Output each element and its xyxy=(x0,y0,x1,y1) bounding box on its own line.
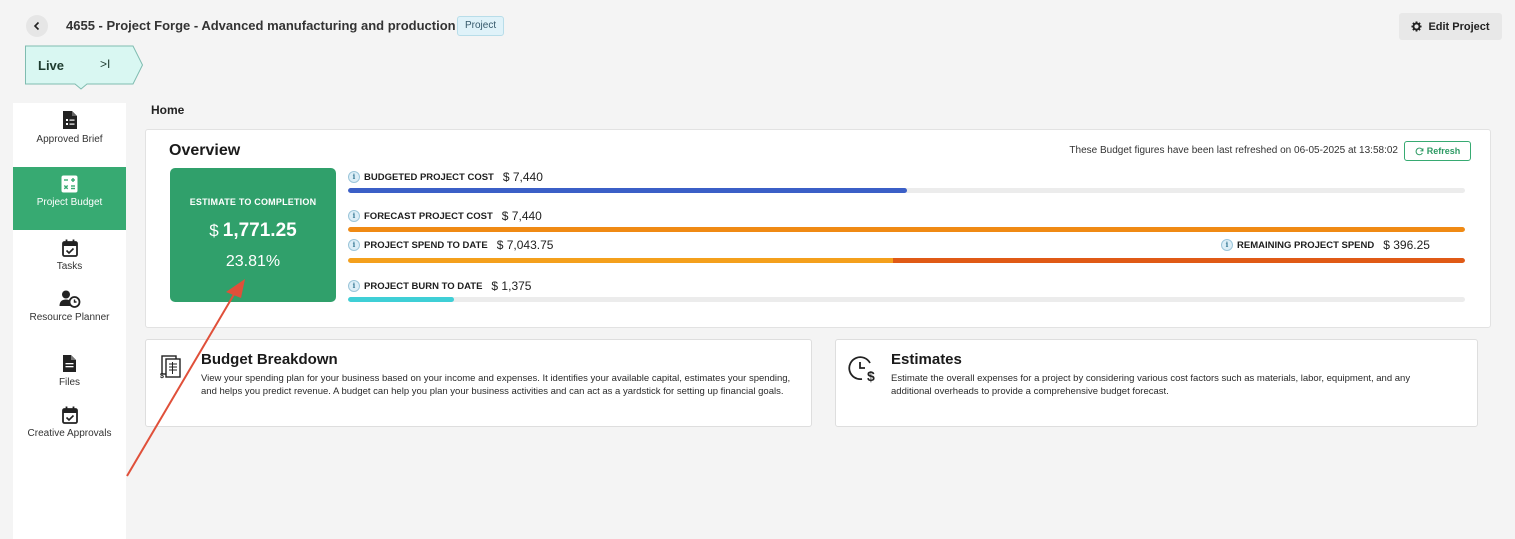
file-icon xyxy=(63,355,76,372)
status-badge[interactable]: Live >I xyxy=(25,44,143,90)
metric-value: $ 7,440 xyxy=(502,170,543,184)
metric-label: BUDGETED PROJECT COST xyxy=(364,171,494,183)
estimate-amount: $1,771.25 xyxy=(170,220,336,242)
collapse-arrow-icon[interactable]: >I xyxy=(100,57,110,71)
project-tag: Project xyxy=(457,16,505,36)
user-clock-icon xyxy=(59,290,80,308)
calendar-check-icon xyxy=(61,239,78,257)
spend-progress-bar xyxy=(348,258,1465,263)
spend-to-date-metric: i PROJECT SPEND TO DATE $ 7,043.75 xyxy=(348,238,553,252)
status-label: Live xyxy=(38,58,65,73)
budgeted-progress-bar xyxy=(348,188,1465,193)
page-title: 4655 - Project Forge - Advanced manufact… xyxy=(66,18,456,33)
refresh-note: These Budget figures have been last refr… xyxy=(1069,145,1398,156)
svg-text:$: $ xyxy=(160,373,164,380)
overview-title: Overview xyxy=(169,142,241,159)
edit-project-button[interactable]: Edit Project xyxy=(1399,13,1502,40)
metric-value: $ 7,043.75 xyxy=(496,238,554,252)
info-icon[interactable]: i xyxy=(1221,239,1233,251)
budgeted-progress-fill xyxy=(348,188,907,193)
metric-value: $ 1,375 xyxy=(491,279,532,293)
budget-sheet-icon: $ xyxy=(160,355,181,380)
back-button[interactable] xyxy=(26,15,48,37)
brief-icon xyxy=(62,111,77,129)
sidebar-item-label: Project Budget xyxy=(36,197,103,208)
burn-progress-fill xyxy=(348,297,455,302)
info-icon[interactable]: i xyxy=(348,239,360,251)
forecast-progress-bar xyxy=(348,227,1465,232)
metric-label: FORECAST PROJECT COST xyxy=(364,210,493,222)
remaining-spend-metric: i REMAINING PROJECT SPEND $ 396.25 xyxy=(1221,238,1430,252)
metric-label: PROJECT SPEND TO DATE xyxy=(364,239,488,251)
burn-to-date-metric: i PROJECT BURN TO DATE $ 1,375 xyxy=(348,279,531,293)
info-icon[interactable]: i xyxy=(348,210,360,222)
card-description: Estimate the overall expenses for a proj… xyxy=(891,373,1411,397)
sidebar-item-label: Files xyxy=(58,377,81,388)
gear-icon xyxy=(1411,21,1422,32)
sidebar: Approved Brief Project Budget Tasks Reso… xyxy=(13,103,126,539)
info-icon[interactable]: i xyxy=(348,171,360,183)
forecast-cost-metric: i FORECAST PROJECT COST $ 7,440 xyxy=(348,209,542,223)
estimate-value: 1,771.25 xyxy=(222,220,297,241)
estimate-percent: 23.81% xyxy=(225,253,281,270)
refresh-button[interactable]: Refresh xyxy=(1404,141,1471,161)
sidebar-item-label: Resource Planner xyxy=(29,312,110,323)
estimate-label: ESTIMATE TO COMPLETION xyxy=(189,197,317,207)
sidebar-item-files[interactable]: Files xyxy=(13,354,126,396)
card-title: Estimates xyxy=(891,351,962,368)
refresh-label: Refresh xyxy=(1426,146,1461,156)
sidebar-item-project-budget[interactable]: Project Budget xyxy=(13,167,126,230)
card-title: Budget Breakdown xyxy=(201,351,338,368)
calendar-check-icon xyxy=(61,406,78,424)
metric-label: REMAINING PROJECT SPEND xyxy=(1237,239,1375,251)
sidebar-item-label: Tasks xyxy=(56,261,83,272)
svg-text:$: $ xyxy=(867,368,875,383)
estimate-currency: $ xyxy=(209,221,219,240)
budgeted-cost-metric: i BUDGETED PROJECT COST $ 7,440 xyxy=(348,170,543,184)
budget-breakdown-card[interactable]: $ Budget Breakdown View your spending pl… xyxy=(145,339,812,427)
remaining-progress-fill xyxy=(893,258,1465,263)
sidebar-item-resource-planner[interactable]: Resource Planner xyxy=(13,290,126,342)
sidebar-item-label: Creative Approvals xyxy=(27,428,112,439)
chevron-left-icon xyxy=(33,21,40,31)
card-description: View your spending plan for your busines… xyxy=(201,373,791,397)
sidebar-item-approved-brief[interactable]: Approved Brief xyxy=(13,110,126,166)
estimates-card[interactable]: $ Estimates Estimate the overall expense… xyxy=(835,339,1478,427)
metric-label: PROJECT BURN TO DATE xyxy=(364,280,483,292)
info-icon[interactable]: i xyxy=(348,280,360,292)
calculator-icon xyxy=(61,175,78,193)
metric-value: $ 7,440 xyxy=(501,209,542,223)
sidebar-item-creative-approvals[interactable]: Creative Approvals xyxy=(13,406,126,458)
sidebar-item-tasks[interactable]: Tasks xyxy=(13,239,126,279)
metric-value: $ 396.25 xyxy=(1383,238,1430,252)
estimate-to-completion-card: ESTIMATE TO COMPLETION $1,771.25 23.81% xyxy=(170,168,336,302)
forecast-progress-fill xyxy=(348,227,1465,232)
edit-project-label: Edit Project xyxy=(1428,20,1490,33)
clock-dollar-icon: $ xyxy=(848,356,875,383)
burn-progress-bar xyxy=(348,297,1465,302)
refresh-icon xyxy=(1415,147,1424,155)
breadcrumb[interactable]: Home xyxy=(151,103,184,117)
sidebar-item-label: Approved Brief xyxy=(36,134,103,145)
spend-progress-fill xyxy=(348,258,894,263)
